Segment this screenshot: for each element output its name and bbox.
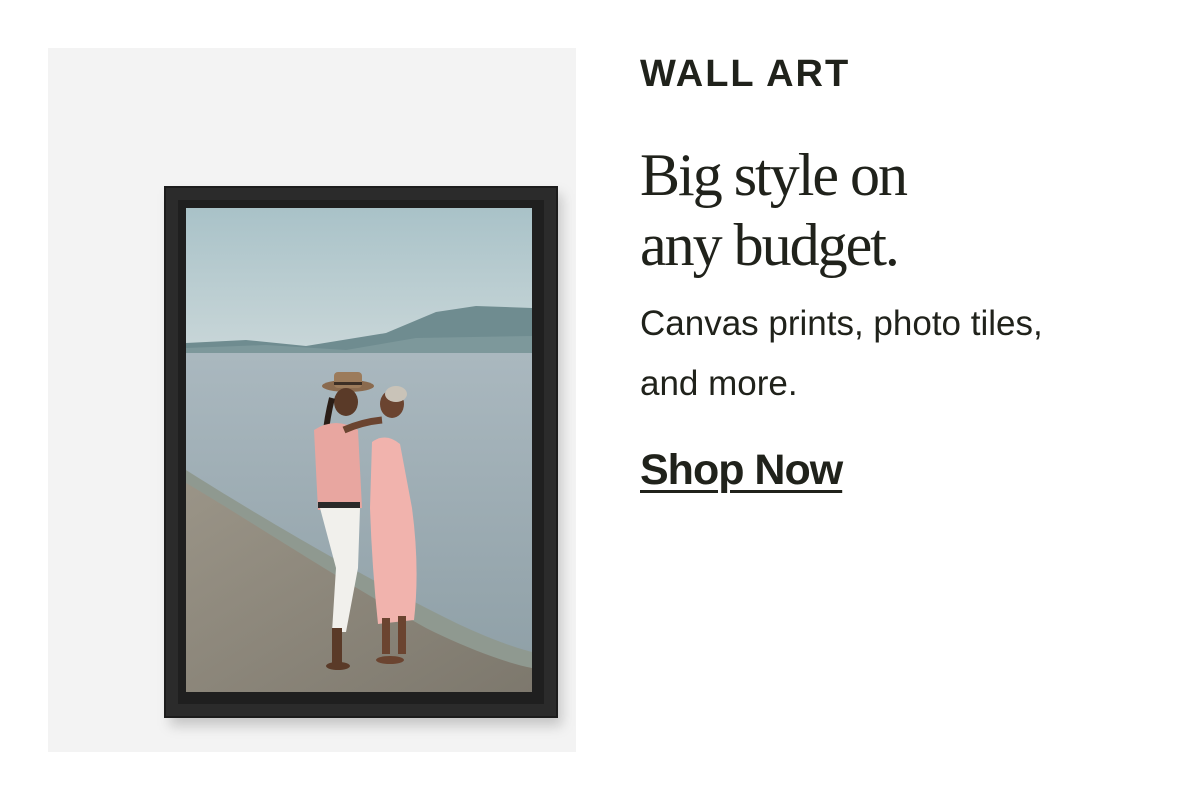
section-label: WALL ART: [640, 53, 851, 95]
promo-text: WALL ART Big style on any budget. Canvas…: [640, 52, 1160, 496]
headline: Big style on any budget.: [640, 140, 1160, 280]
headline-line-2: any budget.: [640, 212, 900, 278]
product-image[interactable]: [48, 48, 576, 752]
canvas-photo: [186, 208, 532, 692]
wall-art-promo: WALL ART Big style on any budget. Canvas…: [0, 0, 1200, 800]
headline-line-1: Big style on: [640, 142, 908, 208]
subheadline: Canvas prints, photo tiles, and more.: [640, 304, 1043, 403]
shop-now-link[interactable]: Shop Now: [640, 444, 843, 496]
